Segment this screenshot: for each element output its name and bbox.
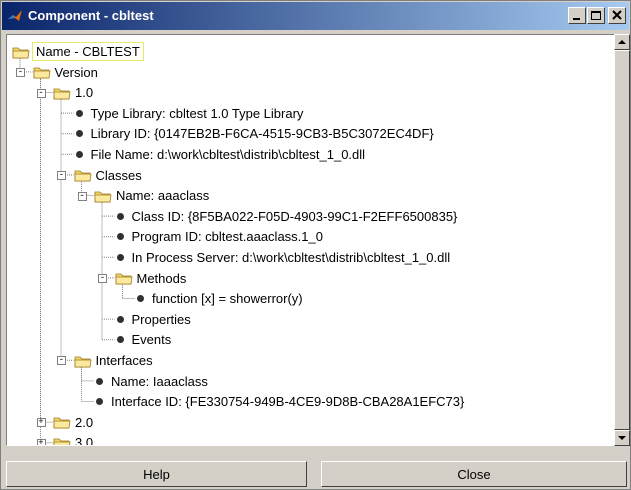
tree-leaf-node[interactable]: Program ID: cbltest.aaaclass.1_0 [115,227,325,246]
collapse-toggle[interactable]: - [16,67,25,77]
maximize-icon [591,11,601,20]
tree-folder-node[interactable]: Interfaces [74,351,155,370]
expand-toggle[interactable]: + [36,438,46,445]
collapse-toggle[interactable]: - [98,273,107,283]
folder-icon [115,273,132,285]
collapse-toggle[interactable]: - [57,170,66,180]
leaf-bullet-icon [116,336,124,344]
tree-leaf-node[interactable]: Properties [115,310,193,329]
component-tree[interactable]: Name - CBLTEST - Version -1.0 Type Library: … [6,34,619,446]
maximize-button[interactable] [587,7,605,24]
leaf-bullet-icon [116,212,124,220]
folder-icon [74,170,91,182]
tree-leaf-node[interactable]: Interface ID: {FE330754-949B-4CE9-9D8B-C… [94,392,466,411]
arrow-down-icon [618,436,626,440]
scroll-up-button[interactable] [614,34,630,50]
tree-leaf-node[interactable]: Class ID: {8F5BA022-F05D-4903-99C1-F2EFF… [115,207,460,226]
tree-folder-node[interactable]: 3.0 [53,433,95,446]
arrow-up-icon [618,40,626,44]
close-icon [612,10,622,20]
tree-node-label: File Name: d:\work\cbltest\distrib\cblte… [90,147,366,162]
tree-folder-node[interactable]: 2.0 [53,413,95,432]
tree-leaf-node[interactable]: function [x] = showerror(y) [135,289,305,308]
tree-node-label: Program ID: cbltest.aaaclass.1_0 [131,229,323,245]
tree-folder-node[interactable]: Methods [115,269,189,288]
leaf-bullet-icon [137,295,144,303]
close-window-button[interactable] [608,7,626,24]
tree-node-label: Name: Iaaaclass [111,373,208,389]
tree-node-label: Interfaces [95,353,153,368]
folder-icon [74,356,91,367]
tree-node-label: In Process Server: d:\work\cbltest\distr… [131,250,451,265]
collapse-toggle[interactable]: - [57,356,66,366]
leaf-bullet-icon [75,130,83,138]
tree-node-label: Type Library: cbltest 1.0 Type Library [90,105,304,121]
tree-leaf-node[interactable]: Name: Iaaaclass [94,372,210,391]
leaf-bullet-icon [75,109,83,117]
component-window: Component - cbltest Name - CBLTEST - Versi… [0,0,631,490]
tree-node-label: Name - CBLTEST [32,42,144,61]
tree-node-label: Interface ID: {FE330754-949B-4CE9-9D8B-C… [111,394,465,410]
tree-folder-node[interactable]: Name: aaaclass [94,186,211,205]
leaf-bullet-icon [116,233,124,241]
folder-icon [53,417,71,429]
leaf-bullet-icon [116,254,124,261]
tree-folder-node[interactable]: Classes [74,166,144,185]
tree-leaf-node[interactable]: In Process Server: d:\work\cbltest\distr… [115,248,453,267]
window-title: Component - cbltest [28,8,154,23]
leaf-bullet-icon [96,398,103,406]
collapse-toggle[interactable]: - [36,88,46,98]
title-bar[interactable]: Component - cbltest [2,2,629,30]
tree-node-label: 3.0 [75,435,94,446]
tree-leaf-node[interactable]: File Name: d:\work\cbltest\distrib\cblte… [74,145,368,164]
tree-folder-node[interactable]: Name - CBLTEST [12,42,144,61]
expand-toggle[interactable]: + [36,418,46,428]
tree-node-label: 2.0 [75,414,94,430]
close-button[interactable]: Close [321,461,627,487]
help-button[interactable]: Help [6,461,307,487]
tree-node-label: Version [54,64,98,80]
scroll-thumb[interactable] [614,50,630,430]
minimize-button[interactable] [568,7,586,24]
tree-leaf-node[interactable]: Type Library: cbltest 1.0 Type Library [74,104,306,123]
vertical-scrollbar[interactable] [614,34,630,446]
tree-node-label: Class ID: {8F5BA022-F05D-4903-99C1-F2EFF… [131,208,458,224]
tree-folder-node[interactable]: Version [33,63,100,82]
folder-icon [53,88,71,100]
tree-node-label: Methods [136,270,187,286]
scroll-down-button[interactable] [614,430,630,446]
folder-icon [12,47,30,58]
tree-leaf-node[interactable]: Events [115,330,174,349]
leaf-bullet-icon [96,377,103,385]
tree-folder-node[interactable]: 1.0 [53,83,95,102]
collapse-toggle[interactable]: - [77,191,87,201]
folder-icon [94,191,112,203]
tree-node-label: Classes [95,167,142,183]
tree-node-label: 1.0 [75,85,94,101]
tree-node-label: Library ID: {0147EB2B-F6CA-4515-9CB3-B5C… [90,126,434,142]
matlab-logo-icon [8,10,22,21]
leaf-bullet-icon [75,151,83,158]
tree-node-label: function [x] = showerror(y) [152,291,303,307]
tree-node-label: Properties [131,311,191,327]
tree-node-label: Name: aaaclass [116,188,210,204]
leaf-bullet-icon [116,315,124,323]
minimize-icon [573,18,580,20]
folder-icon [53,438,71,445]
tree-leaf-node[interactable]: Library ID: {0147EB2B-F6CA-4515-9CB3-B5C… [74,124,436,143]
tree-node-label: Events [131,332,172,348]
folder-icon [33,67,50,79]
